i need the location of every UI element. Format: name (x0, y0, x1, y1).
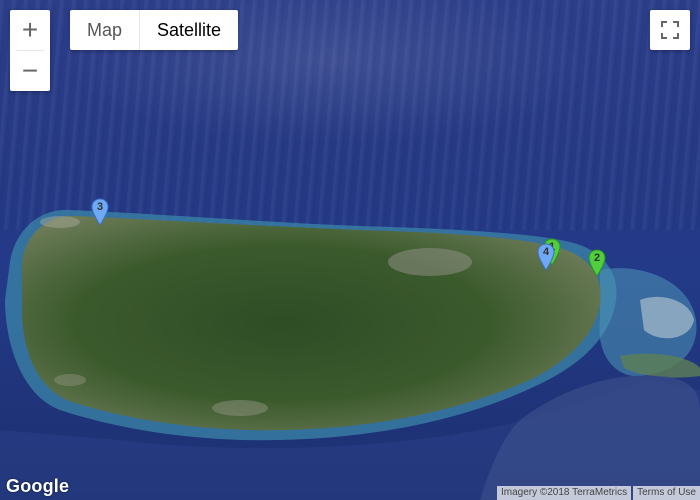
map-attribution: Imagery ©2018 TerraMetrics Terms of Use (496, 486, 700, 500)
imagery-credit: Imagery ©2018 TerraMetrics (496, 486, 632, 500)
zoom-control: + − (10, 10, 50, 91)
zoom-out-button[interactable]: − (10, 51, 50, 91)
zoom-in-button[interactable]: + (10, 10, 50, 50)
terms-of-use-link[interactable]: Terms of Use (633, 486, 700, 500)
map-type-satellite-button[interactable]: Satellite (140, 10, 238, 50)
map-marker-3[interactable]: 3 (91, 198, 109, 231)
map-marker-2[interactable]: 2 (588, 249, 606, 282)
map-marker-4[interactable]: 4 (537, 243, 555, 276)
marker-label: 4 (542, 246, 550, 258)
map-type-map-button[interactable]: Map (70, 10, 139, 50)
marker-label: 2 (593, 252, 601, 264)
marker-label: 3 (96, 201, 104, 213)
google-logo[interactable]: Google (6, 476, 69, 497)
satellite-map[interactable]: 3 1 4 2 + − Map Satellite Google Imagery… (0, 0, 700, 500)
fullscreen-button[interactable] (650, 10, 690, 50)
fullscreen-icon (661, 21, 679, 39)
map-type-control: Map Satellite (70, 10, 239, 50)
